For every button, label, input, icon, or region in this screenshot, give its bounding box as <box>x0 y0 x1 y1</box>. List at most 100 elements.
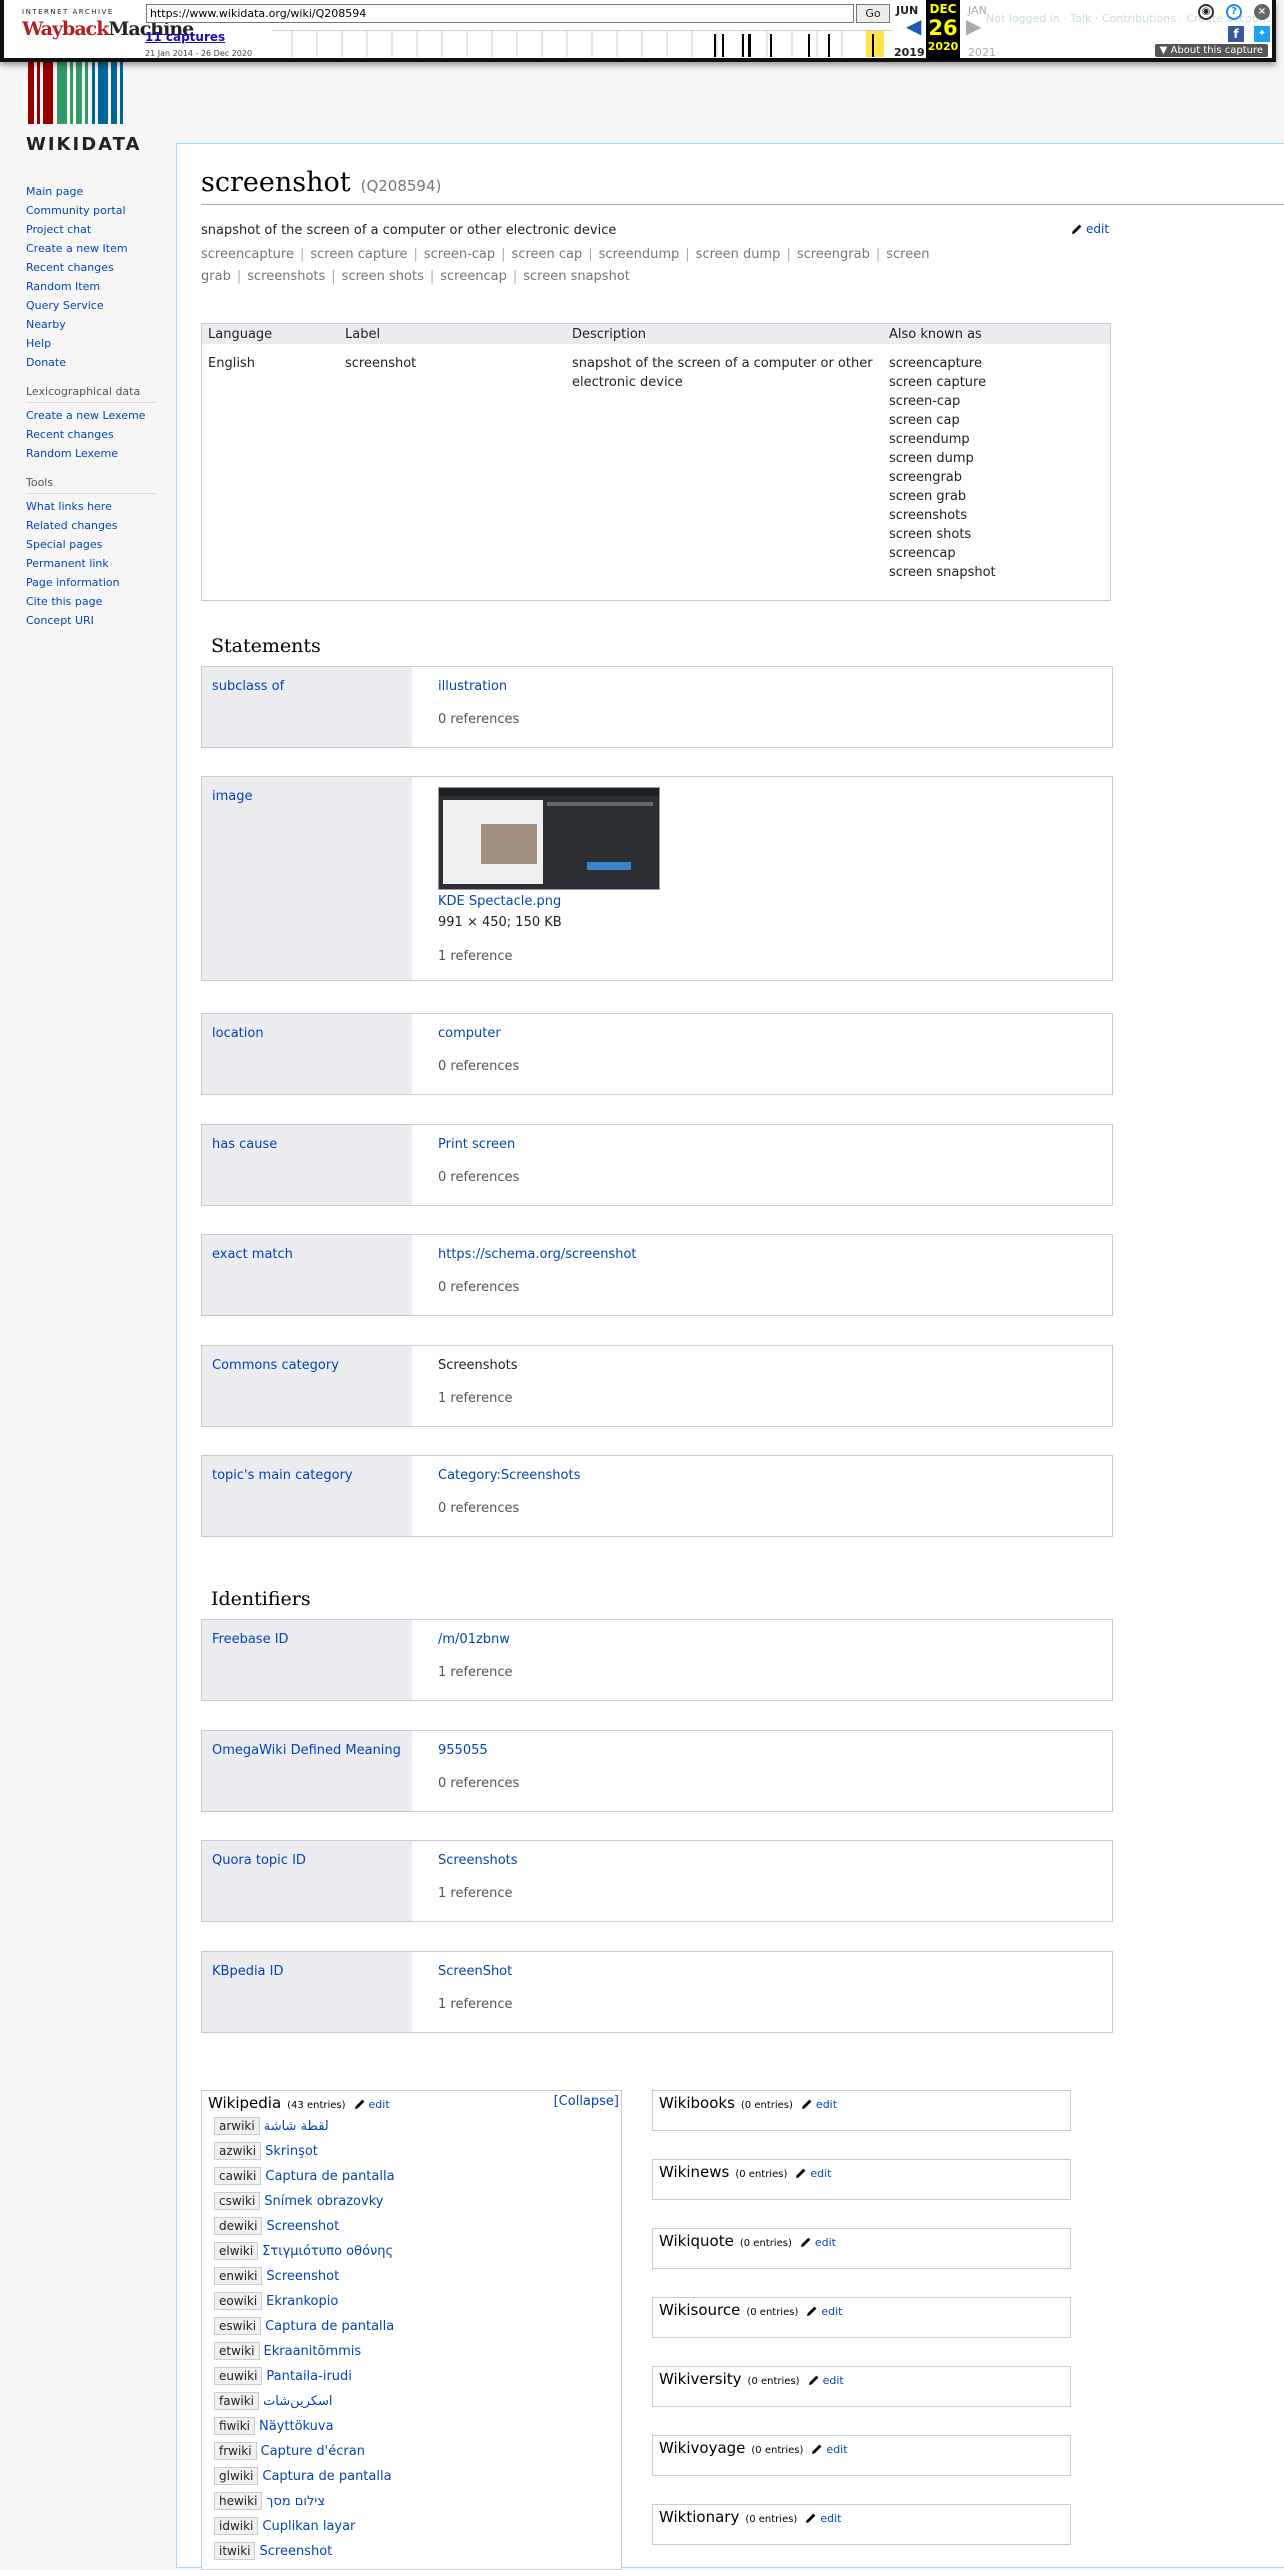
site-title-link[interactable]: لقطة شاشة <box>264 2119 329 2134</box>
site-title-link[interactable]: Pantaila-irudi <box>266 2369 351 2384</box>
references-toggle[interactable]: 0 references <box>438 1059 519 1074</box>
wikidata-logo[interactable]: WIKIDATA <box>26 62 146 155</box>
sidebar-item-related-changes[interactable]: Related changes <box>26 519 156 532</box>
references-toggle[interactable]: 1 reference <box>438 1886 512 1901</box>
site-title-link[interactable]: Captura de pantalla <box>262 2469 391 2484</box>
site-title-link[interactable]: Screenshot <box>266 2269 339 2284</box>
capture-sparkline[interactable] <box>272 30 892 57</box>
wayback-url-input[interactable] <box>146 4 854 23</box>
references-toggle[interactable]: 0 references <box>438 712 519 727</box>
statement-value[interactable]: /m/01zbnw <box>438 1632 510 1647</box>
references-toggle[interactable]: 0 references <box>438 1280 519 1295</box>
site-title-link[interactable]: צילום מסך <box>266 2494 325 2509</box>
references-toggle[interactable]: 0 references <box>438 1776 519 1791</box>
image-thumbnail[interactable] <box>438 787 660 890</box>
site-title-link[interactable]: Στιγμιότυπο οθόνης <box>262 2244 393 2259</box>
statement-value[interactable]: Screenshots <box>438 1853 518 1868</box>
sidebar-item-cite-this-page[interactable]: Cite this page <box>26 595 156 608</box>
site-code: arwiki <box>214 2117 260 2135</box>
statement-value[interactable]: Print screen <box>438 1137 515 1152</box>
site-title-link[interactable]: Cuplikan layar <box>262 2519 355 2534</box>
sidebar-item-permanent-link[interactable]: Permanent link <box>26 557 156 570</box>
wayback-logo[interactable]: INTERNET ARCHIVE WaybackMachine <box>22 8 194 52</box>
next-month[interactable]: JAN <box>968 4 987 17</box>
terms-edit-link[interactable]: edit <box>1071 222 1109 236</box>
sitelinks-edit-link[interactable]: edit <box>808 2374 844 2387</box>
property-label[interactable]: location <box>212 1026 264 1041</box>
sitelinks-wikiversity: Wikiversity (0 entries) edit <box>652 2366 1071 2407</box>
statement-value[interactable]: 955055 <box>438 1743 488 1758</box>
sidebar-item-create-item[interactable]: Create a new Item <box>26 242 156 255</box>
sidebar-item-lexeme-recent-changes[interactable]: Recent changes <box>26 428 156 441</box>
sitelinks-edit-link[interactable]: edit <box>795 2167 831 2180</box>
prev-capture-arrow-icon[interactable]: ◀ <box>906 14 921 38</box>
sidebar-item-community-portal[interactable]: Community portal <box>26 204 156 217</box>
site-title-link[interactable]: Ekraanitõmmis <box>264 2344 362 2359</box>
twitter-icon[interactable]: ✦ <box>1254 26 1270 42</box>
sitelinks-edit-link[interactable]: edit <box>800 2236 836 2249</box>
site-title-link[interactable]: اسکرین‌شات <box>263 2394 332 2409</box>
sidebar-item-special-pages[interactable]: Special pages <box>26 538 156 551</box>
site-title-link[interactable]: Captura de pantalla <box>265 2169 394 2184</box>
sidebar-item-query-service[interactable]: Query Service <box>26 299 156 312</box>
captures-link[interactable]: 11 captures <box>145 30 225 44</box>
property-label[interactable]: topic's main category <box>212 1468 353 1483</box>
property-label[interactable]: image <box>212 789 253 804</box>
account-icon[interactable]: ◉ <box>1198 4 1214 20</box>
wayback-go-button[interactable]: Go <box>856 4 890 23</box>
image-filename[interactable]: KDE Spectacle.png <box>438 894 561 909</box>
references-toggle[interactable]: 1 reference <box>438 1391 512 1406</box>
close-icon[interactable]: × <box>1254 4 1270 20</box>
sidebar-item-help[interactable]: Help <box>26 337 156 350</box>
references-toggle[interactable]: 1 reference <box>438 949 512 964</box>
property-label[interactable]: OmegaWiki Defined Meaning <box>212 1743 401 1758</box>
property-label[interactable]: Quora topic ID <box>212 1853 306 1868</box>
references-toggle[interactable]: 0 references <box>438 1170 519 1185</box>
references-toggle[interactable]: 1 reference <box>438 1997 512 2012</box>
wikipedia-edit-link[interactable]: edit <box>354 2098 390 2111</box>
sitelinks-edit-link[interactable]: edit <box>805 2512 841 2525</box>
help-icon[interactable]: ? <box>1226 4 1242 20</box>
site-title-link[interactable]: Näyttökuva <box>259 2419 334 2434</box>
site-title-link[interactable]: Capture d'écran <box>261 2444 365 2459</box>
sitelinks-edit-link[interactable]: edit <box>811 2443 848 2456</box>
property-label[interactable]: has cause <box>212 1137 277 1152</box>
statement-value[interactable]: ScreenShot <box>438 1964 512 1979</box>
statement-value[interactable]: https://schema.org/screenshot <box>438 1247 637 1262</box>
sidebar-item-create-lexeme[interactable]: Create a new Lexeme <box>26 409 156 422</box>
sidebar-item-recent-changes[interactable]: Recent changes <box>26 261 156 274</box>
sitelinks-edit-link[interactable]: edit <box>806 2305 842 2318</box>
site-title-link[interactable]: Screenshot <box>266 2219 339 2234</box>
sitelinks-edit-link[interactable]: edit <box>801 2098 837 2111</box>
statement-value[interactable]: Category:Screenshots <box>438 1468 580 1483</box>
next-year[interactable]: 2021 <box>968 46 996 59</box>
sidebar-item-project-chat[interactable]: Project chat <box>26 223 156 236</box>
references-toggle[interactable]: 0 references <box>438 1501 519 1516</box>
facebook-icon[interactable]: f <box>1228 26 1244 42</box>
sidebar-item-page-information[interactable]: Page information <box>26 576 156 589</box>
prev-year[interactable]: 2019 <box>894 46 925 59</box>
sidebar-item-nearby[interactable]: Nearby <box>26 318 156 331</box>
sidebar-item-donate[interactable]: Donate <box>26 356 156 369</box>
sidebar-item-random-lexeme[interactable]: Random Lexeme <box>26 447 156 460</box>
sidebar-item-what-links-here[interactable]: What links here <box>26 500 156 513</box>
property-label[interactable]: KBpedia ID <box>212 1964 284 1979</box>
about-capture-button[interactable]: ▼ About this capture <box>1154 44 1268 57</box>
site-title-link[interactable]: Skrinşot <box>265 2144 318 2159</box>
property-label[interactable]: Freebase ID <box>212 1632 289 1647</box>
site-title-link[interactable]: Ekrankopio <box>266 2294 338 2309</box>
sidebar-item-random-item[interactable]: Random Item <box>26 280 156 293</box>
sidebar-item-concept-uri[interactable]: Concept URI <box>26 614 156 627</box>
property-label[interactable]: Commons category <box>212 1358 339 1373</box>
site-title-link[interactable]: Screenshot <box>259 2544 332 2559</box>
site-title-link[interactable]: Captura de pantalla <box>265 2319 394 2334</box>
property-label[interactable]: exact match <box>212 1247 293 1262</box>
collapse-link[interactable]: [Collapse] <box>554 2094 619 2109</box>
next-capture-arrow-icon[interactable]: ▶ <box>966 14 981 38</box>
statement-value[interactable]: illustration <box>438 679 507 694</box>
site-title-link[interactable]: Snímek obrazovky <box>264 2194 383 2209</box>
references-toggle[interactable]: 1 reference <box>438 1665 512 1680</box>
statement-value[interactable]: computer <box>438 1026 501 1041</box>
sidebar-item-main-page[interactable]: Main page <box>26 185 156 198</box>
property-label[interactable]: subclass of <box>212 679 284 694</box>
